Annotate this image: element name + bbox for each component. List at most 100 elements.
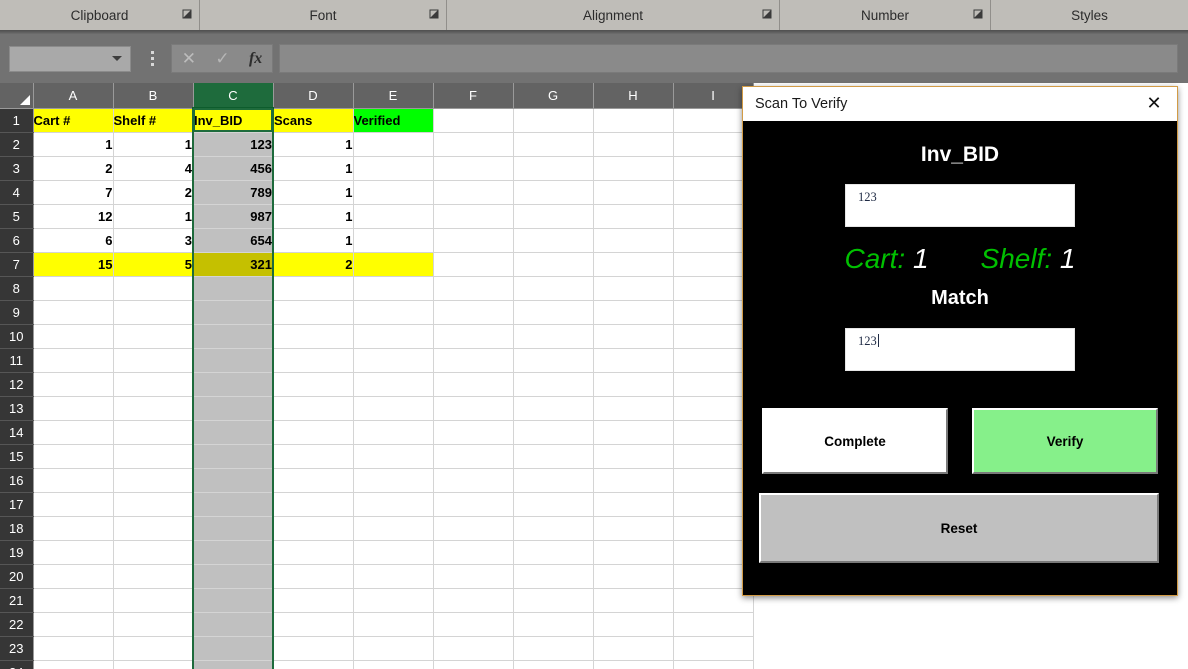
cell-F23[interactable] [433,636,514,661]
cell-C20[interactable] [192,564,274,589]
cell-B15[interactable] [113,444,194,469]
row-header-4[interactable]: 4 [0,180,34,205]
cell-F16[interactable] [433,468,514,493]
cell-D15[interactable] [273,444,354,469]
cell-E23[interactable] [353,636,434,661]
select-all-corner[interactable] [0,83,34,109]
cell-G9[interactable] [513,300,594,325]
cell-G8[interactable] [513,276,594,301]
cell-B9[interactable] [113,300,194,325]
cell-B16[interactable] [113,468,194,493]
cell-E14[interactable] [353,420,434,445]
row-header-23[interactable]: 23 [0,636,34,661]
cell-A10[interactable] [33,324,114,349]
cell-E13[interactable] [353,396,434,421]
cell-C17[interactable] [192,492,274,517]
cell-C10[interactable] [192,324,274,349]
cell-E17[interactable] [353,492,434,517]
cell-E22[interactable] [353,612,434,637]
cell-F24[interactable] [433,660,514,669]
cell-I18[interactable] [673,516,754,541]
cell-D3[interactable]: 1 [273,156,354,181]
row-header-10[interactable]: 10 [0,324,34,349]
cell-G2[interactable] [513,132,594,157]
row-header-15[interactable]: 15 [0,444,34,469]
cell-F3[interactable] [433,156,514,181]
cell-C6[interactable]: 654 [192,228,274,253]
cell-G14[interactable] [513,420,594,445]
cell-B4[interactable]: 2 [113,180,194,205]
cell-G4[interactable] [513,180,594,205]
cell-G15[interactable] [513,444,594,469]
cell-H19[interactable] [593,540,674,565]
cell-I8[interactable] [673,276,754,301]
cell-I16[interactable] [673,468,754,493]
cell-C4[interactable]: 789 [192,180,274,205]
cell-H17[interactable] [593,492,674,517]
cell-G1[interactable] [513,108,594,133]
formula-bar-overflow-icon[interactable] [141,46,163,72]
row-header-24[interactable]: 24 [0,660,34,669]
cell-E9[interactable] [353,300,434,325]
cell-F1[interactable] [433,108,514,133]
row-header-7[interactable]: 7 [0,252,34,277]
cell-F6[interactable] [433,228,514,253]
cell-D19[interactable] [273,540,354,565]
cell-D8[interactable] [273,276,354,301]
cell-C3[interactable]: 456 [192,156,274,181]
cell-D4[interactable]: 1 [273,180,354,205]
column-header-D[interactable]: D [273,83,354,109]
cell-E2[interactable] [353,132,434,157]
cell-B14[interactable] [113,420,194,445]
row-header-2[interactable]: 2 [0,132,34,157]
cell-D16[interactable] [273,468,354,493]
cell-E5[interactable] [353,204,434,229]
column-header-A[interactable]: A [33,83,114,109]
row-header-14[interactable]: 14 [0,420,34,445]
cell-H10[interactable] [593,324,674,349]
formula-input[interactable] [279,44,1178,73]
cell-A1[interactable]: Cart # [33,108,114,133]
cell-F8[interactable] [433,276,514,301]
cell-F15[interactable] [433,444,514,469]
cell-G23[interactable] [513,636,594,661]
row-header-18[interactable]: 18 [0,516,34,541]
cell-G10[interactable] [513,324,594,349]
cell-A16[interactable] [33,468,114,493]
cell-A13[interactable] [33,396,114,421]
complete-button[interactable]: Complete [762,408,948,474]
cell-G19[interactable] [513,540,594,565]
cell-C23[interactable] [192,636,274,661]
cell-E18[interactable] [353,516,434,541]
cell-A19[interactable] [33,540,114,565]
row-header-22[interactable]: 22 [0,612,34,637]
cell-D7[interactable]: 2 [273,252,354,277]
cell-H2[interactable] [593,132,674,157]
cell-F7[interactable] [433,252,514,277]
cell-H22[interactable] [593,612,674,637]
cell-F19[interactable] [433,540,514,565]
cell-I6[interactable] [673,228,754,253]
row-header-20[interactable]: 20 [0,564,34,589]
cell-A21[interactable] [33,588,114,613]
cell-A23[interactable] [33,636,114,661]
cell-G21[interactable] [513,588,594,613]
row-header-12[interactable]: 12 [0,372,34,397]
cell-G7[interactable] [513,252,594,277]
verify-button[interactable]: Verify [972,408,1158,474]
cell-F14[interactable] [433,420,514,445]
cell-E8[interactable] [353,276,434,301]
cell-E7[interactable] [353,252,434,277]
cell-B13[interactable] [113,396,194,421]
cell-B11[interactable] [113,348,194,373]
cell-I7[interactable] [673,252,754,277]
cell-H14[interactable] [593,420,674,445]
cell-E6[interactable] [353,228,434,253]
cell-C11[interactable] [192,348,274,373]
cell-G5[interactable] [513,204,594,229]
cell-G12[interactable] [513,372,594,397]
cell-D18[interactable] [273,516,354,541]
cell-D12[interactable] [273,372,354,397]
cell-A7[interactable]: 15 [33,252,114,277]
cell-D10[interactable] [273,324,354,349]
